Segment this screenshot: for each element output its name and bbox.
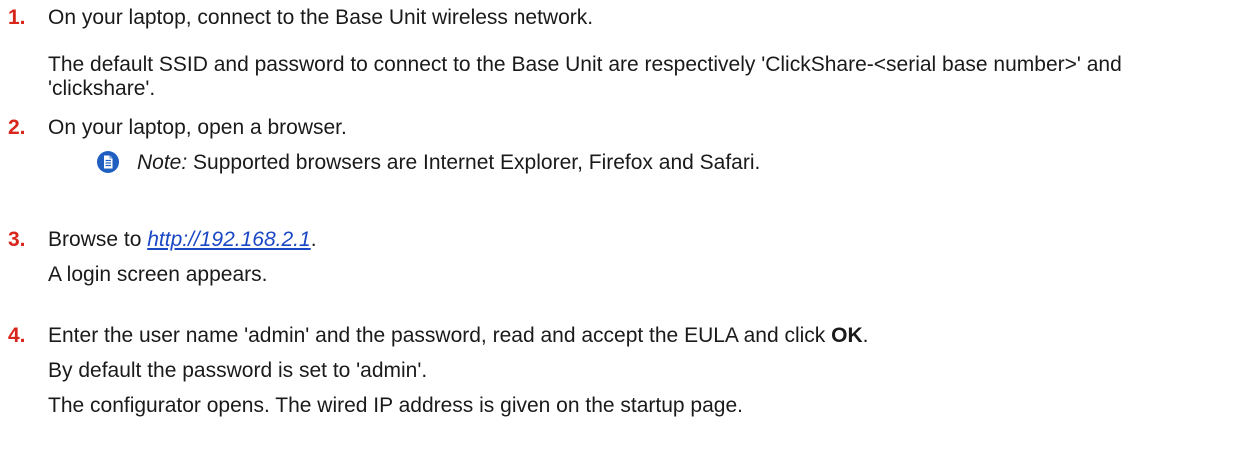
- note-body: Supported browsers are Internet Explorer…: [187, 151, 761, 174]
- step-instruction: Browse to http://192.168.2.1.: [48, 227, 317, 252]
- ip-address-link[interactable]: http://192.168.2.1: [147, 228, 310, 251]
- ok-label: OK: [831, 324, 863, 347]
- step-text-before: Enter the user name 'admin' and the pass…: [48, 324, 832, 347]
- note-text: Note: Supported browsers are Internet Ex…: [137, 150, 760, 175]
- step-text-after: .: [862, 324, 869, 347]
- step-text-before: Browse to: [48, 228, 148, 251]
- step-instruction: On your laptop, open a browser.: [48, 116, 347, 139]
- step-detail: The default SSID and password to connect…: [48, 53, 1122, 100]
- note-label: Note:: [137, 151, 188, 174]
- step-text-after: .: [310, 228, 317, 251]
- step-detail: A login screen appears.: [48, 263, 268, 286]
- note-icon: [97, 151, 119, 173]
- step-instruction: Enter the user name 'admin' and the pass…: [48, 323, 869, 348]
- step-number: 4.: [8, 324, 26, 347]
- step-detail: The configurator opens. The wired IP add…: [48, 394, 743, 417]
- procedure-steps: 1. On your laptop, connect to the Base U…: [0, 0, 1241, 468]
- step-number: 1.: [8, 6, 26, 29]
- step-instruction: On your laptop, connect to the Base Unit…: [48, 6, 594, 29]
- step-number: 2.: [8, 116, 26, 139]
- step-detail: By default the password is set to 'admin…: [48, 359, 428, 382]
- step-number: 3.: [8, 228, 26, 251]
